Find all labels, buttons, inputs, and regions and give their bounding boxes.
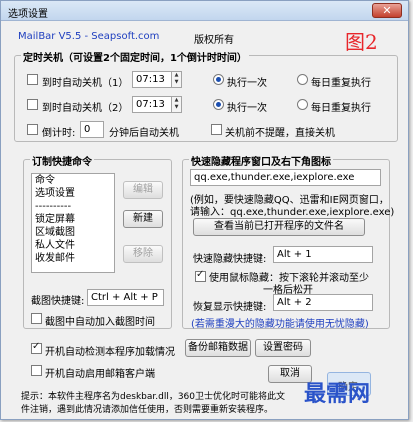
autostart-checkbox[interactable] — [31, 365, 42, 376]
shutdown1-label: 到时自动关机（1） — [42, 78, 129, 89]
spin-up-icon[interactable]: ▲ — [172, 97, 181, 104]
shutdown1-checkbox[interactable] — [27, 74, 38, 85]
shutdown2-checkbox[interactable] — [27, 99, 38, 110]
list-item[interactable]: ---------- — [32, 200, 114, 213]
hide-hotkey-input[interactable]: Alt + 1 — [273, 246, 373, 263]
window-title: 选项设置 — [8, 9, 48, 20]
autostart-label: 开机自动启用邮箱客户端 — [45, 369, 155, 380]
shutdown1-time-spinner[interactable]: ▲ ▼ — [171, 71, 182, 88]
options-window: 选项设置 ✕ MailBar V5.5 - Seapsoft.com 版权所有 … — [0, 0, 409, 420]
restore-hotkey-input[interactable]: Alt + 2 — [273, 294, 373, 311]
shutdown2-once-label: 执行一次 — [227, 103, 267, 114]
edit-button[interactable]: 编辑 — [123, 181, 163, 199]
list-item[interactable]: 选项设置 — [32, 187, 114, 200]
no-prompt-checkbox[interactable] — [211, 124, 222, 135]
shutdown1-daily-radio[interactable] — [297, 74, 308, 85]
autodetect-label: 开机自动检测本程序加载情况 — [45, 347, 175, 358]
backup-mail-button[interactable]: 备份邮箱数据 — [185, 339, 251, 357]
watermark-logo: 最需网 — [304, 381, 371, 407]
shutdown2-daily-radio[interactable] — [297, 99, 308, 110]
shutdown2-time-input[interactable]: 07:13 — [132, 96, 172, 113]
shortcut-legend: 订制快捷命令 — [30, 153, 94, 168]
no-prompt-label: 关机前不提醒，直接关机 — [225, 128, 335, 139]
hide-note[interactable]: (若需重漫大的隐藏功能请使用无忧隐藏) — [191, 315, 369, 330]
shutdown1-once-radio[interactable] — [213, 74, 224, 85]
spin-down-icon[interactable]: ▼ — [172, 79, 181, 86]
new-button[interactable]: 新建 — [123, 210, 163, 228]
list-item[interactable]: 命令 — [32, 174, 114, 187]
restore-hotkey-label: 恢复显示快捷键: — [193, 302, 267, 313]
tip-line2: 件注销，遇到此情况请添加信任使用，否则需要重新安装程序。 — [21, 405, 274, 415]
shutdown2-once-radio[interactable] — [213, 99, 224, 110]
list-item[interactable]: 区域截图 — [32, 226, 114, 239]
list-item[interactable]: 锁定屏幕 — [32, 213, 114, 226]
hide-example-line2: 请输入：qq.exe,thunder.exe,iexplore.exe) — [190, 207, 395, 218]
hide-legend: 快速隐藏程序窗口及右下角图标 — [189, 153, 333, 168]
list-item[interactable]: 收发邮件 — [32, 252, 114, 265]
screenshot-hotkey-input[interactable]: Ctrl + Alt + P — [87, 289, 164, 306]
countdown-label: 倒计时: — [42, 128, 76, 139]
countdown-input[interactable]: 0 — [80, 121, 104, 138]
mouse-hide-checkbox[interactable] — [195, 269, 206, 282]
shutdown2-label: 到时自动关机（2） — [42, 103, 129, 114]
hide-hotkey-label: 快速隐藏快捷键: — [193, 254, 267, 265]
command-list[interactable]: 命令 选项设置 ---------- 锁定屏幕 区域截图 私人文件 收发邮件 — [31, 173, 115, 273]
copyright-text: 版权所有 — [194, 35, 234, 46]
auto-timestamp-label: 截图中自动加入截图时间 — [45, 317, 155, 328]
auto-timestamp-checkbox[interactable] — [31, 313, 42, 324]
screenshot-hotkey-label: 截图快捷键: — [31, 296, 85, 307]
spin-up-icon[interactable]: ▲ — [172, 72, 181, 79]
shutdown-legend: 定时关机（可设置2个固定时间，1个倒计时时间） — [21, 49, 249, 64]
title-bar[interactable]: 选项设置 ✕ — [1, 1, 408, 21]
shutdown2-daily-label: 每日重复执行 — [311, 103, 371, 114]
product-link[interactable]: MailBar V5.5 - Seapsoft.com — [18, 31, 159, 42]
set-password-button[interactable]: 设置密码 — [255, 339, 311, 357]
shutdown2-time-spinner[interactable]: ▲ ▼ — [171, 96, 182, 113]
countdown-checkbox[interactable] — [27, 124, 38, 135]
shutdown1-once-label: 执行一次 — [227, 78, 267, 89]
remove-button[interactable]: 移除 — [123, 245, 163, 263]
tip-line1: 提示：本软件主程序名为deskbar.dll，360卫士优化时可能将此文 — [21, 392, 286, 402]
view-open-programs-button[interactable]: 查看当前已打开程序的文件名 — [193, 218, 365, 236]
shutdown1-daily-label: 每日重复执行 — [311, 78, 371, 89]
list-item[interactable]: 私人文件 — [32, 239, 114, 252]
spin-down-icon[interactable]: ▼ — [172, 104, 181, 111]
autodetect-checkbox[interactable] — [31, 341, 42, 354]
shutdown1-time-input[interactable]: 07:13 — [132, 71, 172, 88]
close-button[interactable]: ✕ — [372, 3, 402, 18]
countdown-suffix: 分钟后自动关机 — [109, 128, 179, 139]
figure-label: 图2 — [345, 30, 378, 54]
hide-programs-input[interactable]: qq.exe,thunder.exe,iexplore.exe — [190, 169, 381, 186]
